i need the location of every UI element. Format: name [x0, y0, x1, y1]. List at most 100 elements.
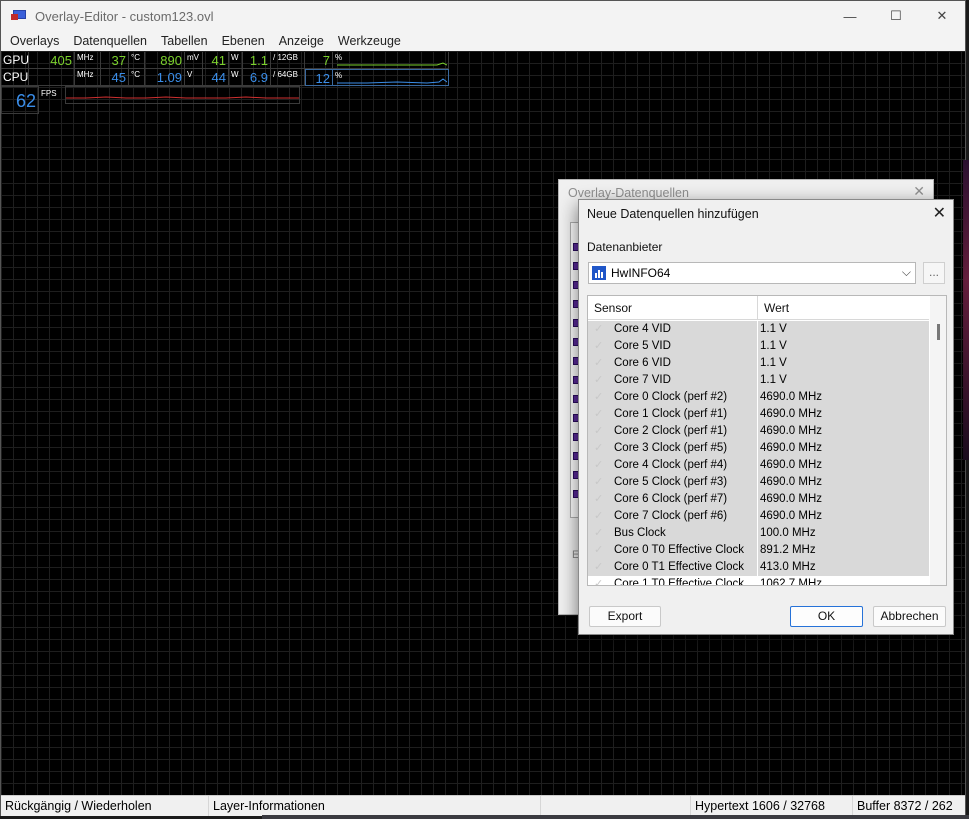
overlay-gpu-row[interactable]: GPU 405 MHz 37 °C 890 mV 41 W 1.1 / 12GB… — [1, 52, 449, 69]
sensor-table-scrollbar[interactable] — [930, 296, 946, 585]
table-row[interactable]: ✓ Core 4 VID 1.1 V — [588, 321, 929, 338]
status-spacer — [541, 796, 691, 816]
gpu-power: 41 — [211, 53, 226, 68]
column-header-sensor[interactable]: Sensor — [588, 296, 758, 320]
sensor-cell: ✓ Core 5 Clock (perf #3) — [588, 474, 758, 491]
ok-button[interactable]: OK — [790, 606, 863, 627]
column-header-value[interactable]: Wert — [758, 296, 789, 320]
check-icon[interactable]: ✓ — [594, 542, 608, 559]
table-row[interactable]: ✓ Core 3 Clock (perf #5) 4690.0 MHz — [588, 440, 929, 457]
check-icon[interactable]: ✓ — [594, 559, 608, 576]
minimize-button[interactable]: — — [827, 1, 873, 31]
check-icon[interactable]: ✓ — [594, 338, 608, 355]
gpu-temp-unit: °C — [131, 53, 140, 62]
check-icon[interactable]: ✓ — [594, 576, 608, 585]
table-row[interactable]: ✓ Core 0 T1 Effective Clock 413.0 MHz — [588, 559, 929, 576]
menu-anzeige[interactable]: Anzeige — [272, 34, 331, 48]
gpu-temp: 37 — [111, 53, 126, 68]
sensor-cell: ✓ Core 2 Clock (perf #1) — [588, 423, 758, 440]
table-row[interactable]: ✓ Core 7 VID 1.1 V — [588, 372, 929, 389]
cpu-power-unit: W — [231, 70, 239, 79]
check-icon[interactable]: ✓ — [594, 355, 608, 372]
fps-box[interactable]: 62 — [1, 86, 39, 114]
check-icon[interactable]: ✓ — [594, 440, 608, 457]
provider-select[interactable]: HwINFO64 ⌵ — [588, 262, 916, 284]
status-bar: Rückgängig / Wiederholen Layer-Informati… — [1, 795, 965, 816]
table-row[interactable]: ✓ Core 6 VID 1.1 V — [588, 355, 929, 372]
close-button[interactable]: ✕ — [919, 1, 965, 31]
check-icon[interactable]: ✓ — [594, 372, 608, 389]
cpu-power: 44 — [211, 70, 226, 85]
table-row[interactable]: ✓ Core 1 T0 Effective Clock 1062.7 MHz — [588, 576, 929, 586]
sensor-name: Bus Clock — [614, 527, 666, 539]
value-cell: 100.0 MHz — [758, 525, 929, 542]
sensor-name: Core 0 Clock (perf #2) — [614, 391, 728, 403]
table-row[interactable]: ✓ Core 0 Clock (perf #2) 4690.0 MHz — [588, 389, 929, 406]
value-cell: 4690.0 MHz — [758, 457, 929, 474]
scrollbar-thumb[interactable] — [937, 324, 940, 340]
check-icon[interactable]: ✓ — [594, 321, 608, 338]
dialog-title: Neue Datenquellen hinzufügen — [587, 207, 759, 221]
table-row[interactable]: ✓ Bus Clock 100.0 MHz — [588, 525, 929, 542]
table-row[interactable]: ✓ Core 5 VID 1.1 V — [588, 338, 929, 355]
menu-datenquellen[interactable]: Datenquellen — [66, 34, 154, 48]
overlay-cpu-row[interactable]: CPU MHz 45 °C 1.09 V 44 W 6.9 / 64GB 12 … — [1, 69, 449, 86]
cpu-load: 12 — [315, 71, 330, 86]
provider-more-button[interactable]: ... — [923, 262, 945, 284]
gpu-label: GPU — [3, 53, 30, 67]
value-cell: 891.2 MHz — [758, 542, 929, 559]
sensor-name: Core 4 Clock (perf #4) — [614, 459, 728, 471]
sensor-cell: ✓ Core 7 VID — [588, 372, 758, 389]
window-title: Overlay-Editor - custom123.ovl — [35, 8, 214, 24]
check-icon[interactable]: ✓ — [594, 423, 608, 440]
dialog-close-icon[interactable]: ✕ — [933, 203, 946, 223]
check-icon[interactable]: ✓ — [594, 457, 608, 474]
status-layer-info: Layer-Informationen — [209, 796, 541, 816]
sensor-name: Core 4 VID — [614, 323, 671, 335]
table-row[interactable]: ✓ Core 7 Clock (perf #6) 4690.0 MHz — [588, 508, 929, 525]
table-row[interactable]: ✓ Core 1 Clock (perf #1) 4690.0 MHz — [588, 406, 929, 423]
menu-werkzeuge[interactable]: Werkzeuge — [331, 34, 408, 48]
status-hypertext: Hypertext 1606 / 32768 — [691, 796, 853, 816]
value-cell: 4690.0 MHz — [758, 491, 929, 508]
table-row[interactable]: ✓ Core 5 Clock (perf #3) 4690.0 MHz — [588, 474, 929, 491]
maximize-button[interactable]: ☐ — [873, 1, 919, 31]
table-row[interactable]: ✓ Core 0 T0 Effective Clock 891.2 MHz — [588, 542, 929, 559]
sensor-name: Core 0 T1 Effective Clock — [614, 561, 744, 573]
gpu-load-graph — [337, 62, 447, 66]
check-icon[interactable]: ✓ — [594, 491, 608, 508]
gpu-voltage: 890 — [160, 53, 182, 68]
value-cell: 4690.0 MHz — [758, 474, 929, 491]
check-icon[interactable]: ✓ — [594, 406, 608, 423]
table-row[interactable]: ✓ Core 6 Clock (perf #7) 4690.0 MHz — [588, 491, 929, 508]
back-dialog-close-icon[interactable]: ✕ — [913, 183, 925, 200]
sensor-name: Core 7 VID — [614, 374, 671, 386]
gpu-power-unit: W — [231, 53, 239, 62]
table-row[interactable]: ✓ Core 2 Clock (perf #1) 4690.0 MHz — [588, 423, 929, 440]
value-cell: 413.0 MHz — [758, 559, 929, 576]
cpu-load-graph — [337, 78, 447, 84]
export-button[interactable]: Export — [589, 606, 661, 627]
check-icon[interactable]: ✓ — [594, 525, 608, 542]
check-icon[interactable]: ✓ — [594, 508, 608, 525]
menu-tabellen[interactable]: Tabellen — [154, 34, 215, 48]
cpu-mem-unit: / 64GB — [273, 70, 298, 79]
sensor-cell: ✓ Core 4 VID — [588, 321, 758, 338]
cpu-label: CPU — [3, 70, 29, 84]
sensor-name: Core 1 T0 Effective Clock — [614, 578, 744, 586]
check-icon[interactable]: ✓ — [594, 474, 608, 491]
cpu-temp-unit: °C — [131, 70, 140, 79]
menu-ebenen[interactable]: Ebenen — [215, 34, 272, 48]
sensor-cell: ✓ Core 1 Clock (perf #1) — [588, 406, 758, 423]
sensor-table[interactable]: Sensor Wert ✓ Core 4 VID 1.1 V ✓ Core 5 VID 1… — [587, 295, 947, 586]
sensor-name: Core 7 Clock (perf #6) — [614, 510, 728, 522]
title-bar: Overlay-Editor - custom123.ovl — ☐ ✕ — [1, 1, 965, 31]
value-cell: 1062.7 MHz — [758, 576, 929, 585]
menu-overlays[interactable]: Overlays — [3, 34, 66, 48]
provider-label: Datenanbieter — [587, 240, 663, 254]
value-cell: 1.1 V — [758, 372, 929, 389]
cpu-temp: 45 — [111, 70, 126, 85]
cancel-button[interactable]: Abbrechen — [873, 606, 946, 627]
check-icon[interactable]: ✓ — [594, 389, 608, 406]
table-row[interactable]: ✓ Core 4 Clock (perf #4) 4690.0 MHz — [588, 457, 929, 474]
